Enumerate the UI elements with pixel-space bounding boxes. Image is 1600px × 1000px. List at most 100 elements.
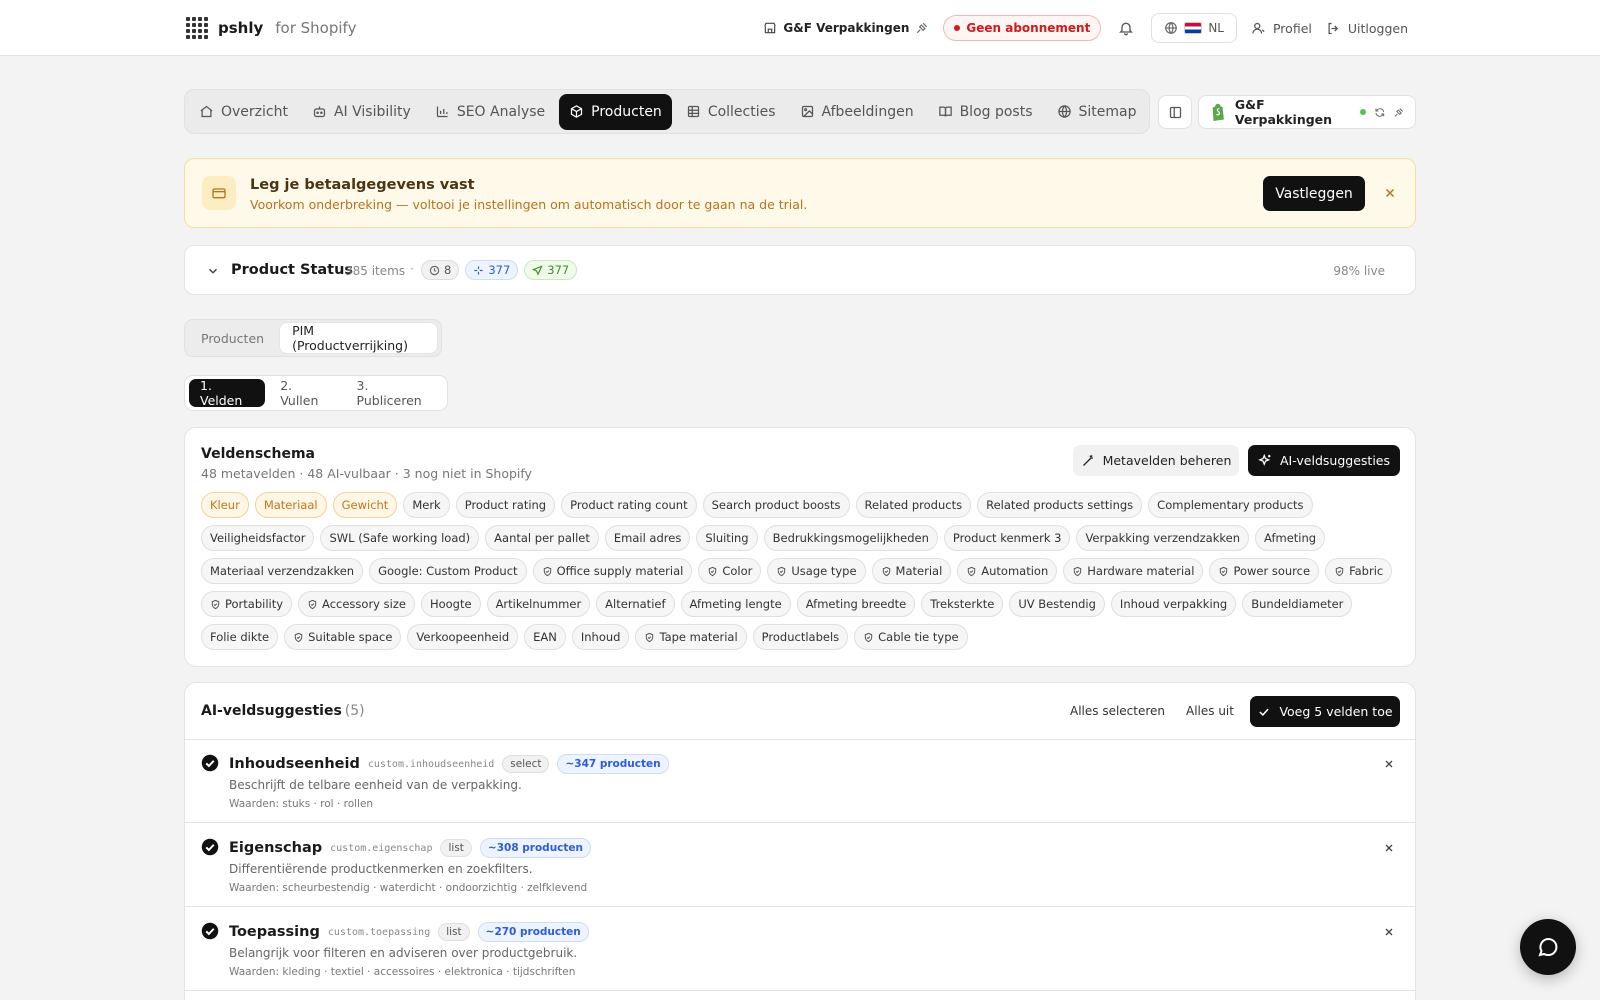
metafield-chip-color[interactable]: Color (698, 558, 762, 584)
chip-label: Materiaal (263, 498, 318, 512)
metafield-chip-afmeting-lengte[interactable]: Afmeting lengte (680, 591, 791, 617)
add-fields-button[interactable]: Voeg 5 velden toe (1250, 696, 1400, 727)
shield-check-icon (882, 566, 890, 576)
logout-link[interactable]: Uitloggen (1326, 21, 1408, 36)
metafield-chip-inhoud-verpakking[interactable]: Inhoud verpakking (1110, 591, 1237, 617)
store-selector[interactable]: G&F Verpakkingen (1198, 95, 1416, 129)
check-circle-icon (201, 922, 219, 940)
metafield-chip-veiligheidsfactor[interactable]: Veiligheidsfactor (201, 525, 315, 551)
subscription-badge[interactable]: Geen abonnement (943, 15, 1102, 41)
plug-icon[interactable] (1393, 106, 1405, 119)
close-icon (1385, 760, 1393, 768)
metafield-chip-inhoud[interactable]: Inhoud (571, 624, 630, 650)
suggestion-type-badge: list (440, 839, 472, 857)
chip-label: Verpakking verzendzakken (1085, 531, 1241, 545)
logo[interactable]: pshly for Shopify (186, 17, 356, 39)
metafield-chip-artikelnummer[interactable]: Artikelnummer (486, 591, 591, 617)
tab-producten[interactable]: Producten (559, 93, 672, 130)
metafield-chip-automation[interactable]: Automation (957, 558, 1058, 584)
header-store[interactable]: G&F Verpakkingen (763, 21, 929, 35)
metafield-chip-kleur[interactable]: Kleur (201, 492, 249, 518)
metafield-chip-usage-type[interactable]: Usage type (767, 558, 866, 584)
sidebar-toggle-button[interactable] (1158, 95, 1192, 129)
metafield-chip-search-product-boosts[interactable]: Search product boosts (702, 492, 850, 518)
dismiss-suggestion-button[interactable] (1383, 926, 1395, 938)
notifications-button[interactable] (1115, 17, 1137, 39)
suggestion-row[interactable]: Eigenschap custom.eigenschap list ~308 prod… (185, 824, 1415, 907)
metafield-chip-accessory-size[interactable]: Accessory size (298, 591, 415, 617)
metafield-chip-google-custom-product[interactable]: Google: Custom Product (369, 558, 527, 584)
step-velden[interactable]: 1. Velden (189, 378, 266, 408)
metafield-chip-gewicht[interactable]: Gewicht (332, 492, 398, 518)
tab-seo-analyse[interactable]: SEO Analyse (425, 94, 555, 130)
metafield-chip-sluiting[interactable]: Sluiting (696, 525, 758, 551)
dismiss-suggestion-button[interactable] (1383, 842, 1395, 854)
select-all-button[interactable]: Alles selecteren (1070, 704, 1165, 718)
metafield-chip-uv-bestendig[interactable]: UV Bestendig (1009, 591, 1105, 617)
metafield-chip-product-rating[interactable]: Product rating (455, 492, 556, 518)
metafield-chip-folie-dikte[interactable]: Folie dikte (201, 624, 279, 650)
metafield-chip-complementary-products[interactable]: Complementary products (1148, 492, 1313, 518)
deselect-all-button[interactable]: Alles uit (1186, 704, 1234, 718)
tab-blog-posts[interactable]: Blog posts (928, 94, 1043, 130)
metafield-chip-related-products-settings[interactable]: Related products settings (977, 492, 1143, 518)
metafield-chip-cable-tie-type[interactable]: Cable tie type (854, 624, 968, 650)
tab-sitemap[interactable]: Sitemap (1047, 94, 1147, 130)
manage-metafields-button[interactable]: Metavelden beheren (1073, 445, 1239, 476)
metafield-chip-afmeting-breedte[interactable]: Afmeting breedte (796, 591, 916, 617)
metafield-chip-materiaal[interactable]: Materiaal (254, 492, 327, 518)
ai-suggestions-button[interactable]: AI-veldsuggesties (1248, 445, 1400, 476)
metafield-chip-related-products[interactable]: Related products (855, 492, 972, 518)
shopify-icon (1212, 103, 1224, 121)
metafield-chip-power-source[interactable]: Power source (1209, 558, 1320, 584)
chat-button[interactable] (1520, 919, 1576, 975)
profile-link[interactable]: Profiel (1251, 21, 1312, 36)
metafield-chip-verpakking-verzendzakken[interactable]: Verpakking verzendzakken (1076, 525, 1250, 551)
language-selector[interactable]: NL (1151, 13, 1237, 43)
metafield-chip-email-adres[interactable]: Email adres (604, 525, 691, 551)
metafield-chip-swl-safe-working-load[interactable]: SWL (Safe working load) (320, 525, 480, 551)
tab-afbeeldingen[interactable]: Afbeeldingen (790, 94, 924, 130)
metafield-chip-office-supply-material[interactable]: Office supply material (532, 558, 693, 584)
metafield-chip-afmeting[interactable]: Afmeting (1255, 525, 1326, 551)
suggestion-checkbox[interactable] (201, 922, 219, 940)
segment-pim[interactable]: PIM (Productverrijking) (280, 323, 437, 353)
suggestion-row[interactable]: Inhoudseenheid custom.inhoudseenheid selec… (185, 740, 1415, 823)
metafield-chip-materiaal-verzendzakken[interactable]: Materiaal verzendzakken (201, 558, 364, 584)
suggestion-checkbox[interactable] (201, 838, 219, 856)
metafield-chip-aantal-per-pallet[interactable]: Aantal per pallet (485, 525, 599, 551)
banner-close-button[interactable] (1381, 184, 1399, 202)
metafield-chip-verkoopeenheid[interactable]: Verkoopeenheid (407, 624, 519, 650)
step-publiceren[interactable]: 3. Publiceren (346, 378, 443, 408)
dismiss-suggestion-button[interactable] (1383, 758, 1395, 770)
metafield-chip-bedrukkingsmogelijkheden[interactable]: Bedrukkingsmogelijkheden (763, 525, 938, 551)
metafield-chip-portability[interactable]: Portability (201, 591, 293, 617)
schema-subtitle: 48 metavelden · 48 AI-vulbaar · 3 nog ni… (201, 466, 532, 481)
metafield-chip-suitable-space[interactable]: Suitable space (284, 624, 402, 650)
suggestion-checkbox[interactable] (201, 754, 219, 772)
step-vullen[interactable]: 2. Vullen (269, 378, 341, 408)
metafield-chip-product-kenmerk-3[interactable]: Product kenmerk 3 (943, 525, 1071, 551)
metafield-chip-tape-material[interactable]: Tape material (635, 624, 747, 650)
refresh-icon[interactable] (1374, 106, 1386, 119)
tab-overzicht[interactable]: Overzicht (189, 94, 298, 130)
metafield-chip-material[interactable]: Material (871, 558, 952, 584)
metafield-chip-hoogte[interactable]: Hoogte (420, 591, 481, 617)
segment-producten[interactable]: Producten (189, 323, 276, 353)
metafield-chip-bundeldiameter[interactable]: Bundeldiameter (1242, 591, 1353, 617)
metafield-chip-productlabels[interactable]: Productlabels (752, 624, 849, 650)
tab-label: SEO Analyse (456, 103, 546, 120)
metafield-chip-fabric[interactable]: Fabric (1325, 558, 1393, 584)
chevron-down-icon[interactable] (206, 264, 220, 278)
metafield-chip-product-rating-count[interactable]: Product rating count (561, 492, 697, 518)
metafield-chip-treksterkte[interactable]: Treksterkte (921, 591, 1004, 617)
tab-ai-visibility[interactable]: AI Visibility (302, 94, 421, 130)
metafield-chip-merk[interactable]: Merk (403, 492, 450, 518)
metafield-chip-hardware-material[interactable]: Hardware material (1063, 558, 1204, 584)
vastleggen-button[interactable]: Vastleggen (1263, 176, 1365, 211)
tab-collecties[interactable]: Collecties (676, 94, 786, 130)
suggestion-row[interactable]: Toepassing custom.toepassing list ~270 prod… (185, 908, 1415, 991)
metafield-chip-alternatief[interactable]: Alternatief (596, 591, 675, 617)
metafield-chip-ean[interactable]: EAN (524, 624, 566, 650)
product-status-bar[interactable]: Product Status 385 items · 8 377 377 98%… (184, 245, 1416, 295)
